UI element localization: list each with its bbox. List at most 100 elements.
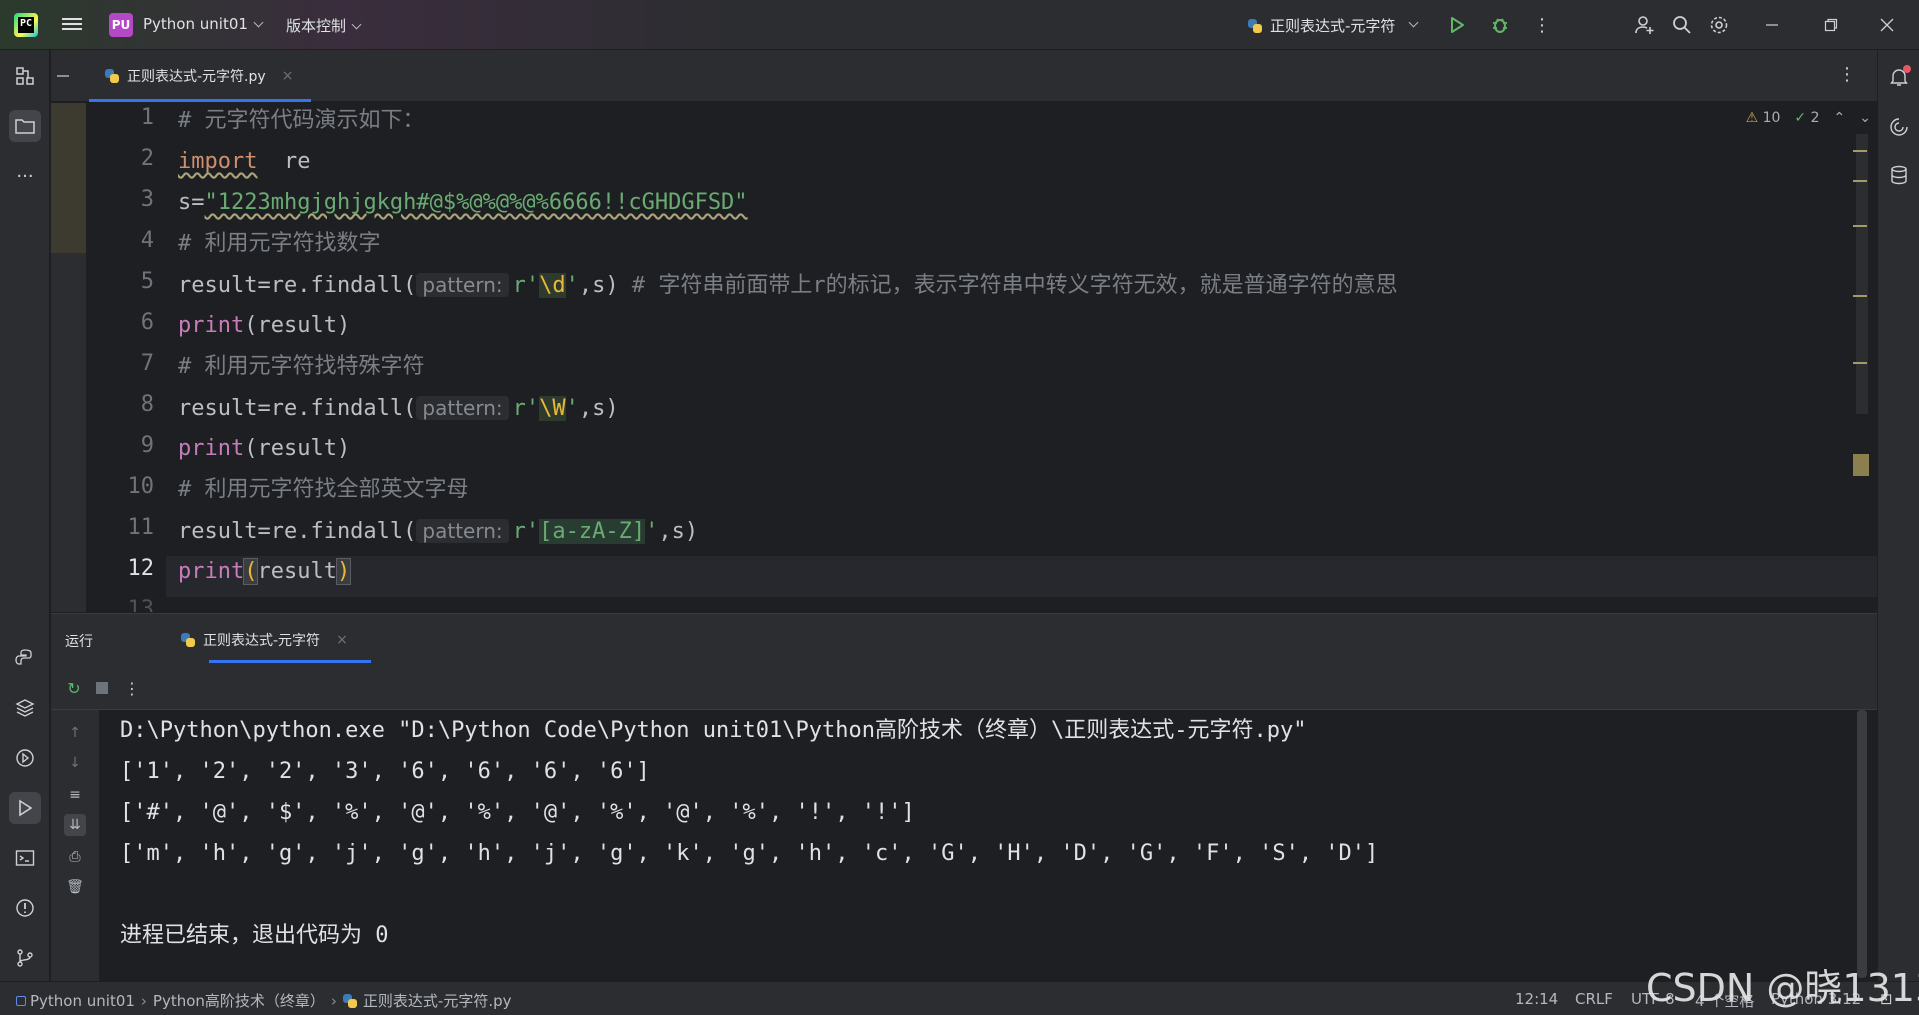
collapse-icon[interactable] xyxy=(57,75,69,77)
status-bar: Python unit01 › Python高阶技术（终章） › 正则表达式-元… xyxy=(0,981,1919,1015)
breadcrumb-project[interactable]: Python unit01 xyxy=(16,992,135,1010)
line-separator[interactable]: CRLF xyxy=(1575,990,1613,1008)
run-config-name: 正则表达式-元字符 xyxy=(1270,17,1396,35)
run-icon[interactable] xyxy=(1444,12,1470,38)
parameter-hint: pattern: xyxy=(416,519,509,543)
chevron-down-icon[interactable]: ⌄ xyxy=(1859,110,1871,126)
warning-marker[interactable] xyxy=(1853,295,1867,297)
run-tab[interactable]: 正则表达式-元字符 × xyxy=(131,614,371,666)
terminal-icon[interactable] xyxy=(9,842,41,874)
parameter-hint: pattern: xyxy=(416,273,509,297)
more-actions-icon[interactable]: ⋮ xyxy=(1529,12,1555,38)
editor-tab-label: 正则表达式-元字符.py xyxy=(127,69,266,85)
run-tab-label: 正则表达式-元字符 xyxy=(203,633,321,649)
line-number: 5 xyxy=(140,269,154,294)
code-line-12: print(result) xyxy=(178,558,352,585)
ai-assistant-icon[interactable] xyxy=(1884,112,1914,142)
warning-marker[interactable] xyxy=(1853,150,1867,152)
python-console-icon[interactable] xyxy=(9,642,41,674)
chevron-right-icon: › xyxy=(330,991,337,1010)
weak-warnings-count[interactable]: ✓ 2 xyxy=(1794,110,1819,126)
run-toolbar: ↻ ⋮ xyxy=(51,666,1877,710)
editor-scrollbar[interactable] xyxy=(1856,134,1868,414)
editor-tab[interactable]: 正则表达式-元字符.py × xyxy=(89,50,312,102)
problems-icon[interactable] xyxy=(9,892,41,924)
console-line: ['m', 'h', 'g', 'j', 'g', 'h', 'j', 'g',… xyxy=(120,841,1379,866)
close-run-tab-icon[interactable]: × xyxy=(336,632,348,648)
print-icon[interactable]: ⎙ xyxy=(64,846,86,868)
current-line-highlight xyxy=(86,556,1877,597)
console-line: 进程已结束，退出代码为 0 xyxy=(120,923,389,948)
scroll-to-end-icon[interactable]: ⇊ xyxy=(64,814,86,836)
rerun-icon[interactable]: ↻ xyxy=(63,677,85,699)
notifications-bell-icon[interactable] xyxy=(1884,62,1914,92)
line-number: 1 xyxy=(140,105,154,130)
pycharm-logo-icon[interactable]: PC xyxy=(14,13,38,37)
arrow-up-icon[interactable]: ↑ xyxy=(64,722,86,744)
caret-position[interactable]: 12:14 xyxy=(1515,990,1558,1008)
console-scrollbar[interactable] xyxy=(1857,710,1867,978)
chevron-up-icon[interactable]: ⌃ xyxy=(1834,110,1846,126)
run-tool-window: 运行 正则表达式-元字符 × ↻ ⋮ ↑ ↓ ≡ ⇊ ⎙ 🗑 D:\Python… xyxy=(51,613,1877,982)
line-number-current: 12 xyxy=(127,556,155,581)
close-tab-icon[interactable]: × xyxy=(282,68,294,84)
chevron-down-icon xyxy=(253,17,264,28)
chevron-right-icon: › xyxy=(140,991,147,1010)
warning-marker[interactable] xyxy=(1853,180,1867,182)
run-more-icon[interactable]: ⋮ xyxy=(121,677,143,699)
project-selector[interactable]: Python unit01 xyxy=(143,15,264,33)
restore-icon[interactable] xyxy=(1818,12,1844,38)
soft-wrap-icon[interactable]: ≡ xyxy=(64,784,86,806)
settings-gear-icon[interactable] xyxy=(1706,12,1732,38)
breadcrumb-folder[interactable]: Python高阶技术（终章） xyxy=(153,990,325,1011)
line-number: 11 xyxy=(127,515,155,540)
structure-icon[interactable] xyxy=(9,60,41,92)
run-header: 运行 正则表达式-元字符 × xyxy=(51,614,1877,666)
chevron-down-icon xyxy=(1408,17,1419,28)
code-editor[interactable]: 1 2 3 4 5 6 7 8 9 10 11 12 13 # 元字符代码演示如… xyxy=(51,103,1877,612)
stop-icon[interactable] xyxy=(91,677,113,699)
project-badge[interactable]: PU xyxy=(109,13,133,37)
more-tools-icon[interactable]: ··· xyxy=(9,160,41,192)
arrow-down-icon[interactable]: ↓ xyxy=(64,752,86,774)
console-line: ['1', '2', '2', '3', '6', '6', '6', '6'] xyxy=(120,759,650,784)
warning-marker[interactable] xyxy=(1853,225,1867,227)
code-line-6: print(result) xyxy=(178,313,351,338)
git-branch-icon[interactable] xyxy=(9,942,41,974)
run-tool-window-icon[interactable] xyxy=(9,792,41,824)
tab-options-icon[interactable]: ⋮ xyxy=(1838,64,1856,85)
warning-icon: ⚠ xyxy=(1745,110,1759,126)
line-number: 6 xyxy=(140,310,154,335)
warnings-count[interactable]: ⚠ 10 xyxy=(1746,110,1781,126)
add-user-icon[interactable] xyxy=(1632,12,1658,38)
code-line-7: # 利用元字符找特殊字符 xyxy=(178,354,425,379)
close-window-icon[interactable] xyxy=(1874,12,1900,38)
database-icon[interactable] xyxy=(1884,160,1914,190)
trash-icon[interactable]: 🗑 xyxy=(64,876,86,898)
code-line-3: s="1223mhgjghjgkgh#@$%@%@%@%6666!!cGHDGF… xyxy=(178,190,748,215)
python-packages-icon[interactable] xyxy=(9,692,41,724)
inspection-widget[interactable]: ⚠ 10 ✓ 2 ⌃ ⌄ xyxy=(1746,110,1871,126)
line-number: 9 xyxy=(140,433,154,458)
main-menu-icon[interactable] xyxy=(62,15,82,33)
code-line-9: print(result) xyxy=(178,436,351,461)
run-config-selector[interactable]: 正则表达式-元字符 xyxy=(1248,15,1419,36)
console-line: ['#', '@', '$', '%', '@', '%', '@', '%',… xyxy=(120,800,915,825)
module-icon xyxy=(16,995,26,1006)
parameter-hint: pattern: xyxy=(416,396,509,420)
line-number-gutter: 1 2 3 4 5 6 7 8 9 10 11 12 13 xyxy=(86,103,166,612)
caret-marker[interactable] xyxy=(1853,454,1869,476)
console-output[interactable]: D:\Python\python.exe "D:\Python Code\Pyt… xyxy=(120,710,1378,956)
minimize-icon[interactable] xyxy=(1759,12,1785,38)
vcs-menu[interactable]: 版本控制 xyxy=(286,15,362,36)
project-folder-icon[interactable] xyxy=(9,110,41,142)
breadcrumb-file[interactable]: 正则表达式-元字符.py xyxy=(342,990,512,1011)
line-number: 10 xyxy=(127,474,155,499)
debug-icon[interactable] xyxy=(1487,12,1513,38)
python-file-icon xyxy=(105,69,119,83)
services-icon[interactable] xyxy=(9,742,41,774)
search-icon[interactable] xyxy=(1669,12,1695,38)
code-line-10: # 利用元字符找全部英文字母 xyxy=(178,477,469,502)
warning-marker[interactable] xyxy=(1853,362,1867,364)
